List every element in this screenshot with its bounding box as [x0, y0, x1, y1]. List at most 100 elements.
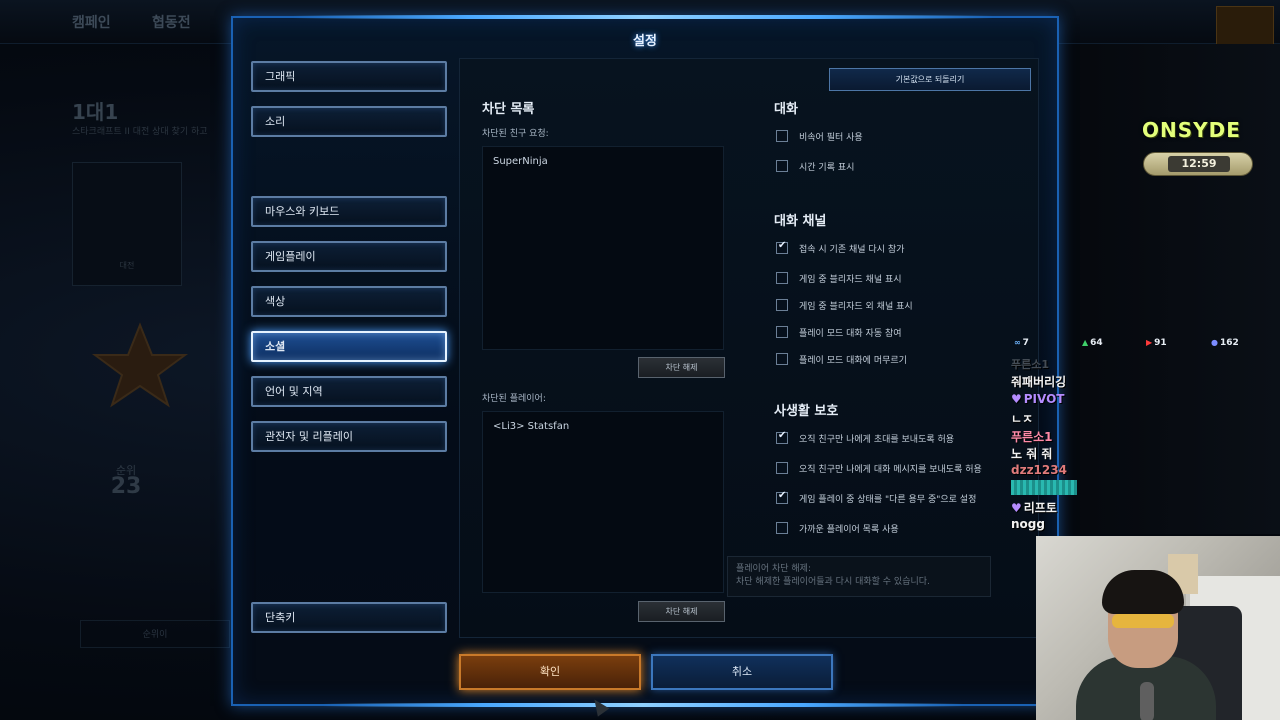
option-label: 플레이 모드 대화 자동 참여	[799, 328, 902, 339]
nav-sound[interactable]: 소리	[251, 106, 447, 137]
mode-card-label: 대전	[119, 261, 135, 270]
chat-text: PIVOT	[1023, 392, 1065, 406]
stay-in-chat-option[interactable]: 플레이 모드 대화에 머무르기	[776, 351, 907, 367]
clock-time: 12:59	[1168, 156, 1230, 172]
nearby-players-option[interactable]: 가까운 플레이어 목록 사용	[776, 520, 899, 536]
unblock-tooltip: 플레이어 차단 해제: 차단 해제한 플레이어들과 다시 대화할 수 있습니다.	[727, 556, 991, 597]
chat-line: 줘패버리깅	[1011, 375, 1067, 389]
stat-youtube: ▶ 91	[1146, 338, 1167, 348]
stat-followers: ▲ 64	[1082, 338, 1103, 348]
list-item[interactable]: SuperNinja	[483, 147, 723, 176]
profanity-filter-option[interactable]: 비속어 필터 사용	[776, 128, 863, 144]
auto-join-option[interactable]: 플레이 모드 대화 자동 참여	[776, 324, 902, 340]
chat-line: ㄴㅈ	[1011, 412, 1034, 426]
chat-line: nogg	[1011, 517, 1045, 531]
friends-message-checkbox[interactable]	[776, 462, 788, 474]
blizzard-channel-option[interactable]: 게임 중 블리자드 채널 표시	[776, 270, 902, 286]
profanity-filter-checkbox[interactable]	[776, 130, 788, 142]
settings-dialog: 설정 그래픽 소리 마우스와 키보드 게임플레이 색상 소셜 언어 및 지역 관…	[231, 15, 1059, 707]
nav-graphics[interactable]: 그래픽	[251, 61, 447, 92]
blocked-requests-list[interactable]: SuperNinja	[482, 146, 724, 350]
blizzard-channel-checkbox[interactable]	[776, 272, 788, 284]
play-icon: ▶	[1146, 338, 1153, 347]
nav-hotkeys[interactable]: 단축키	[251, 602, 447, 633]
busy-status-checkbox[interactable]	[776, 490, 788, 504]
chat-line: ♥ PIVOT	[1011, 392, 1065, 406]
webcam-feed	[1036, 536, 1280, 720]
cam-hair	[1102, 570, 1184, 614]
option-label: 플레이 모드 대화에 머무르기	[799, 355, 907, 366]
ok-button[interactable]: 확인	[459, 654, 641, 690]
nav-observer-replay[interactable]: 관전자 및 리플레이	[251, 421, 447, 452]
heart-icon: ♥	[1011, 392, 1022, 406]
triangle-icon: ▲	[1082, 338, 1089, 347]
rejoin-channel-option[interactable]: 접속 시 기존 채널 다시 참가	[776, 240, 904, 256]
stat-value: 64	[1090, 338, 1103, 348]
friends-message-option[interactable]: 오직 친구만 나에게 대화 메시지를 보내도록 허용	[776, 460, 982, 476]
busy-status-option[interactable]: 게임 플레이 중 상태를 "다른 용무 중"으로 설정	[776, 490, 976, 506]
mode-card[interactable]: 대전	[72, 162, 182, 286]
nav-language-region[interactable]: 언어 및 지역	[251, 376, 447, 407]
top-glow	[293, 15, 993, 19]
option-label: 게임 플레이 중 상태를 "다른 용무 중"으로 설정	[799, 494, 977, 505]
auto-join-checkbox[interactable]	[776, 326, 788, 338]
microphone-icon	[1140, 682, 1154, 720]
rank-number: 23	[110, 474, 142, 499]
option-label: 가까운 플레이어 목록 사용	[799, 524, 899, 535]
chat-line: ♥ 리프토	[1011, 499, 1057, 516]
option-label: 게임 중 블리자드 외 채널 표시	[799, 301, 913, 312]
tab-coop[interactable]: 협동전	[152, 12, 191, 32]
option-label: 비속어 필터 사용	[799, 132, 863, 143]
clock-widget: 12:59	[1143, 152, 1253, 176]
privacy-heading: 사생활 보호	[774, 404, 839, 419]
infinity-icon: ∞	[1014, 338, 1021, 347]
rejoin-channel-checkbox[interactable]	[776, 240, 788, 254]
timestamp-option[interactable]: 시간 기록 표시	[776, 158, 854, 174]
unblock-player-button[interactable]: 차단 해제	[638, 601, 725, 622]
list-item[interactable]: <Li3> Statsfan	[483, 412, 723, 441]
nav-mouse-keyboard[interactable]: 마우스와 키보드	[251, 196, 447, 227]
rank-emblem-icon	[91, 322, 189, 408]
friends-invite-option[interactable]: 오직 친구만 나에게 초대를 보내도록 허용	[776, 430, 954, 446]
chat-heading: 대화	[774, 102, 798, 117]
tooltip-title: 플레이어 차단 해제:	[736, 564, 811, 574]
non-blizzard-channel-checkbox[interactable]	[776, 299, 788, 311]
stat-value: 91	[1154, 338, 1167, 348]
mode-title: 1대1	[72, 100, 119, 124]
non-blizzard-channel-option[interactable]: 게임 중 블리자드 외 채널 표시	[776, 297, 913, 313]
chat-line: dzz1234	[1011, 463, 1067, 477]
tooltip-body: 차단 해제한 플레이어들과 다시 대화할 수 있습니다.	[736, 577, 930, 587]
friends-invite-checkbox[interactable]	[776, 430, 788, 444]
heart-icon: ♥	[1011, 501, 1022, 515]
blocked-list-heading: 차단 목록	[482, 102, 535, 117]
stream-brand-logo: ONSYDE	[1142, 118, 1241, 142]
bottom-bar: 순위이	[80, 620, 230, 648]
nav-social[interactable]: 소셜	[251, 331, 447, 362]
stat-discord: ● 162	[1211, 338, 1239, 348]
tab-campaign[interactable]: 캠페인	[72, 12, 111, 32]
chat-text: 리프토	[1023, 501, 1057, 515]
screen: 캠페인 협동전 1대1 스타크래프트 II 대전 상대 찾기 하고 대전 순위 …	[0, 0, 1280, 720]
cancel-button[interactable]: 취소	[651, 654, 833, 690]
bottom-glow	[323, 703, 963, 707]
option-label: 시간 기록 표시	[799, 162, 855, 173]
chat-line: 푸른소1	[1011, 358, 1050, 371]
chat-emote-bar	[1011, 480, 1077, 495]
stat-value: 7	[1022, 338, 1029, 348]
option-label: 오직 친구만 나에게 대화 메시지를 보내도록 허용	[799, 464, 982, 475]
nav-gameplay[interactable]: 게임플레이	[251, 241, 447, 272]
timestamp-checkbox[interactable]	[776, 160, 788, 172]
reset-defaults-button[interactable]: 기본값으로 되돌리기	[829, 68, 1031, 91]
stat-value: 162	[1219, 338, 1239, 348]
unblock-request-button[interactable]: 차단 해제	[638, 357, 725, 378]
blocked-players-label: 차단된 플레이어:	[482, 394, 546, 404]
chat-channel-heading: 대화 채널	[774, 214, 827, 229]
nav-color[interactable]: 색상	[251, 286, 447, 317]
stay-in-chat-checkbox[interactable]	[776, 353, 788, 365]
blocked-players-list[interactable]: <Li3> Statsfan	[482, 411, 724, 593]
mode-subtitle: 스타크래프트 II 대전 상대 찾기 하고	[72, 127, 208, 137]
option-label: 오직 친구만 나에게 초대를 보내도록 허용	[799, 434, 955, 445]
nearby-players-checkbox[interactable]	[776, 522, 788, 534]
blocked-requests-label: 차단된 친구 요청:	[482, 129, 549, 139]
chat-line: 노 줘 줘	[1011, 447, 1053, 461]
